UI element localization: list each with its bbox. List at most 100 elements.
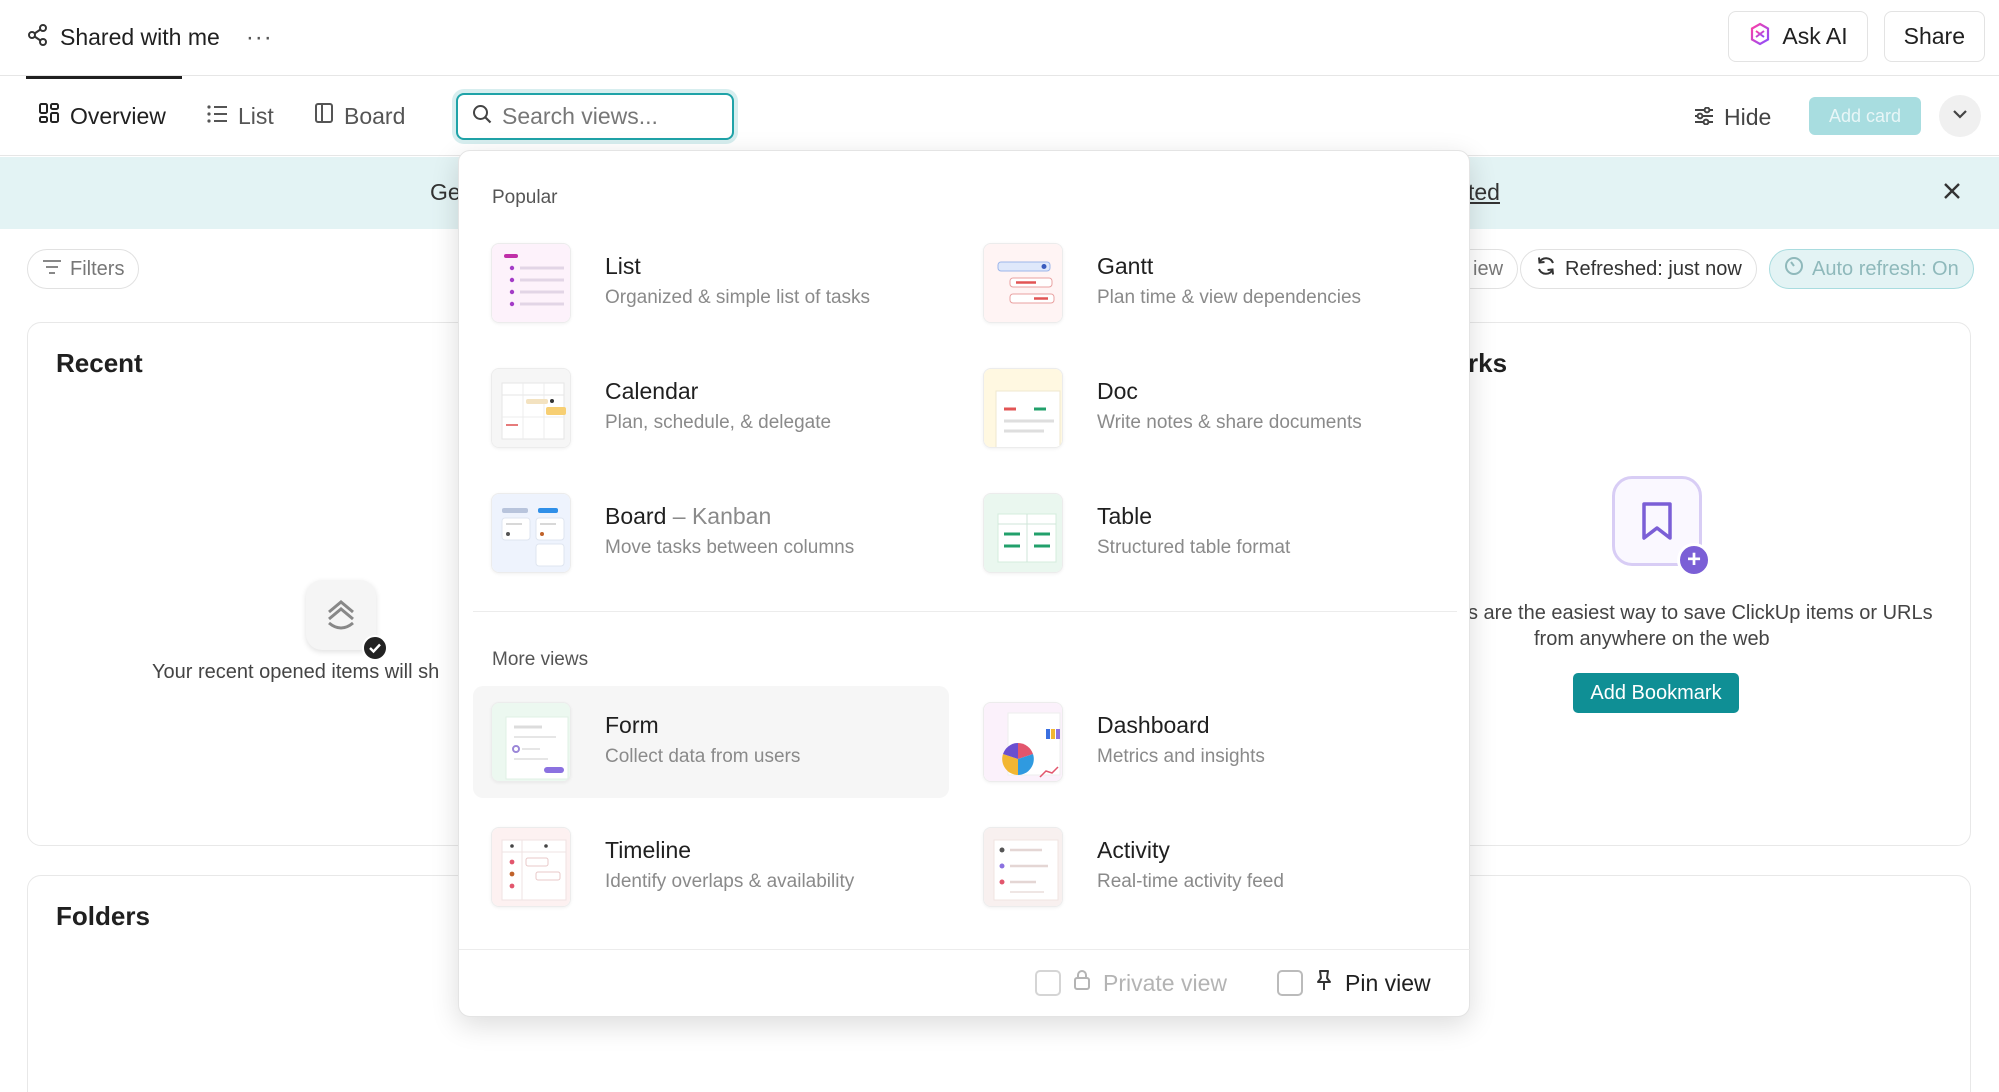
filters-label: Filters bbox=[70, 257, 125, 280]
view-option-activity-title: Activity bbox=[1097, 837, 1170, 864]
share-label: Share bbox=[1903, 23, 1965, 49]
view-option-gantt[interactable]: Gantt Plan time & view dependencies bbox=[965, 227, 1441, 339]
ask-ai-button[interactable]: Ask AI bbox=[1728, 11, 1868, 62]
hide-label: Hide bbox=[1724, 103, 1772, 130]
timeline-view-thumbnail bbox=[491, 827, 571, 907]
pin-view-checkbox[interactable] bbox=[1277, 970, 1303, 996]
recent-empty-text: Your recent opened items will sh bbox=[152, 661, 440, 683]
clock-icon bbox=[1784, 256, 1804, 282]
bookmarks-text-line2: from anywhere on the web bbox=[1534, 628, 1770, 650]
plus-icon: + bbox=[1677, 543, 1711, 577]
table-view-thumbnail bbox=[983, 493, 1063, 573]
tab-board[interactable]: Board bbox=[314, 76, 405, 156]
view-option-list-desc: Organized & simple list of tasks bbox=[605, 287, 871, 308]
view-option-gantt-title: Gantt bbox=[1097, 253, 1153, 280]
view-option-board-subtitle: – Kanban bbox=[672, 503, 772, 529]
view-option-timeline-title: Timeline bbox=[605, 837, 691, 864]
view-option-gantt-name: Gantt bbox=[1097, 253, 1154, 279]
view-option-dashboard[interactable]: Dashboard Metrics and insights bbox=[965, 686, 1441, 798]
view-option-doc-name: Doc bbox=[1097, 378, 1138, 404]
view-option-board-title: Board – Kanban bbox=[605, 503, 771, 530]
view-option-table[interactable]: Table Structured table format bbox=[965, 477, 1441, 589]
private-view-option[interactable]: Private view bbox=[1035, 969, 1227, 997]
filter-icon bbox=[42, 258, 62, 281]
activity-view-thumbnail bbox=[983, 827, 1063, 907]
board-icon bbox=[314, 102, 334, 130]
search-views-box[interactable] bbox=[456, 93, 734, 140]
chevron-down-icon bbox=[1951, 107, 1969, 125]
banner-close-icon[interactable] bbox=[1942, 181, 1962, 206]
view-options-button[interactable] bbox=[1939, 95, 1981, 137]
view-option-form-desc: Collect data from users bbox=[605, 746, 801, 767]
refreshed-label: Refreshed: just now bbox=[1565, 257, 1742, 280]
view-option-table-name: Table bbox=[1097, 503, 1152, 529]
view-option-board-desc: Move tasks between columns bbox=[605, 537, 855, 558]
view-option-calendar-desc: Plan, schedule, & delegate bbox=[605, 412, 832, 433]
bookmarks-title: rks bbox=[1468, 348, 1508, 378]
view-option-timeline[interactable]: Timeline Identify overlaps & availabilit… bbox=[473, 811, 949, 923]
view-option-form[interactable]: Form Collect data from users bbox=[473, 686, 949, 798]
tab-overview-label: Overview bbox=[70, 102, 166, 129]
tab-board-label: Board bbox=[344, 102, 406, 129]
view-option-board[interactable]: Board – Kanban Move tasks between column… bbox=[473, 477, 949, 589]
form-view-thumbnail bbox=[491, 702, 571, 782]
gantt-view-thumbnail bbox=[983, 243, 1063, 323]
folders-title: Folders bbox=[56, 901, 150, 931]
tab-list-label: List bbox=[238, 102, 274, 129]
share-icon bbox=[28, 24, 48, 51]
view-option-table-desc: Structured table format bbox=[1097, 537, 1291, 558]
banner-text: Ge bbox=[430, 179, 461, 205]
share-button[interactable]: Share bbox=[1883, 11, 1985, 62]
sliders-icon bbox=[1694, 104, 1714, 131]
page-header: Shared with me ··· Ask AI Share bbox=[0, 0, 1999, 76]
view-option-timeline-name: Timeline bbox=[605, 837, 692, 863]
popular-section-label: Popular bbox=[492, 187, 558, 208]
auto-refresh-label: Auto refresh: On bbox=[1812, 257, 1959, 280]
view-option-dashboard-name: Dashboard bbox=[1097, 712, 1210, 738]
auto-refresh-toggle[interactable]: Auto refresh: On bbox=[1769, 249, 1974, 289]
view-option-activity[interactable]: Activity Real-time activity feed bbox=[965, 811, 1441, 923]
view-option-board-name: Board bbox=[605, 503, 667, 529]
filters-button[interactable]: Filters bbox=[27, 249, 140, 289]
header-actions: Ask AI Share bbox=[1728, 11, 1985, 62]
bookmarks-text-line1: s are the easiest way to save ClickUp it… bbox=[1468, 602, 1933, 624]
refresh-icon bbox=[1535, 255, 1557, 283]
private-view-checkbox[interactable] bbox=[1035, 970, 1061, 996]
more-views-section-label: More views bbox=[492, 649, 589, 670]
view-option-dashboard-desc: Metrics and insights bbox=[1097, 746, 1265, 767]
tab-list[interactable]: List bbox=[206, 76, 274, 156]
view-option-calendar-title: Calendar bbox=[605, 378, 698, 405]
view-option-calendar[interactable]: Calendar Plan, schedule, & delegate bbox=[473, 352, 949, 464]
pin-view-option[interactable]: Pin view bbox=[1277, 969, 1431, 997]
overview-icon bbox=[38, 102, 60, 130]
view-option-timeline-desc: Identify overlaps & availability bbox=[605, 871, 855, 892]
view-option-doc[interactable]: Doc Write notes & share documents bbox=[965, 352, 1441, 464]
view-option-list[interactable]: List Organized & simple list of tasks bbox=[473, 227, 949, 339]
view-option-calendar-name: Calendar bbox=[605, 378, 699, 404]
dropdown-footer-divider bbox=[459, 949, 1471, 950]
lock-icon bbox=[1073, 969, 1091, 997]
view-option-activity-desc: Real-time activity feed bbox=[1097, 871, 1284, 892]
list-view-thumbnail bbox=[491, 243, 571, 323]
hide-button[interactable]: Hide bbox=[1694, 100, 1771, 134]
add-card-button[interactable]: Add card bbox=[1809, 97, 1921, 135]
page-title: Shared with me bbox=[60, 24, 220, 50]
dashboard-view-thumbnail bbox=[983, 702, 1063, 782]
view-option-doc-desc: Write notes & share documents bbox=[1097, 412, 1362, 433]
view-pill-label: iew bbox=[1473, 257, 1504, 280]
view-option-activity-name: Activity bbox=[1097, 837, 1170, 863]
view-option-list-title: List bbox=[605, 253, 641, 280]
board-view-thumbnail bbox=[491, 493, 571, 573]
page-title-group: Shared with me ··· bbox=[28, 24, 273, 52]
view-option-dashboard-title: Dashboard bbox=[1097, 712, 1210, 739]
search-views-input[interactable] bbox=[502, 103, 722, 130]
doc-view-thumbnail bbox=[983, 368, 1063, 448]
banner-link[interactable]: ted bbox=[1468, 179, 1500, 206]
view-option-form-name: Form bbox=[605, 712, 659, 738]
ai-sparkle-icon bbox=[1748, 22, 1772, 52]
tab-overview[interactable]: Overview bbox=[38, 76, 166, 156]
view-option-list-name: List bbox=[605, 253, 641, 279]
add-bookmark-button[interactable]: Add Bookmark bbox=[1573, 673, 1739, 713]
more-options-icon[interactable]: ··· bbox=[246, 24, 273, 52]
refreshed-status[interactable]: Refreshed: just now bbox=[1520, 249, 1757, 289]
